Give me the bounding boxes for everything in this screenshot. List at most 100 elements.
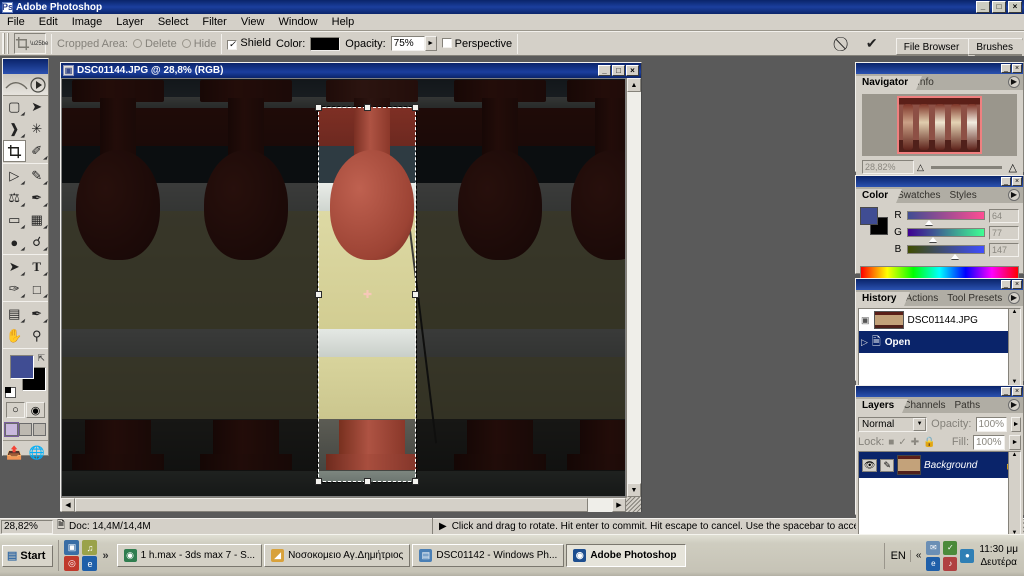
scroll-down-button[interactable]: ▼ (627, 483, 641, 497)
menu-layer[interactable]: Layer (109, 15, 151, 29)
tool-rectangle[interactable]: □ ◢ (26, 278, 49, 300)
navigator-zoom-input[interactable]: 28,82% (862, 160, 914, 174)
palette-well-tab-file-browser[interactable]: File Browser (895, 38, 975, 56)
tool-eyedropper[interactable]: ✒ ◢ (26, 303, 49, 325)
volume-mute-icon[interactable]: ♪ (943, 556, 958, 571)
network-icon[interactable]: ✉ (926, 540, 941, 555)
menu-window[interactable]: Window (272, 15, 325, 29)
document-resize-grip[interactable] (626, 497, 641, 512)
internet-explorer-icon[interactable]: e (82, 556, 98, 571)
zoom-out-icon[interactable]: △ (917, 162, 924, 173)
lock-position-icon[interactable]: ✚ (911, 437, 919, 448)
foreground-color-swatch[interactable] (10, 355, 34, 379)
commit-crop-icon[interactable]: ✔ (864, 35, 880, 52)
menu-help[interactable]: Help (325, 15, 362, 29)
layer-opacity-chevron-down-icon[interactable]: ► (1011, 416, 1021, 432)
menu-view[interactable]: View (234, 15, 272, 29)
layer-fill-chevron-down-icon[interactable]: ► (1009, 434, 1021, 450)
show-desktop-icon[interactable]: ▣ (64, 540, 80, 555)
tool-zoom[interactable]: ⚲ (26, 325, 49, 347)
winamp-icon[interactable]: ◎ (64, 556, 80, 571)
tab-history[interactable]: History (856, 292, 911, 306)
tool-eraser[interactable]: ▭ ◢ (3, 209, 26, 231)
paintbrush-icon[interactable]: ✎ (880, 458, 894, 472)
menu-image[interactable]: Image (65, 15, 110, 29)
color-minimize-button[interactable]: _ (1001, 177, 1011, 186)
document-size-status[interactable]: 🗎 Doc: 14,4M/14,4M (53, 518, 433, 535)
menu-file[interactable]: File (0, 15, 32, 29)
navigator-thumbnail-area[interactable] (862, 94, 1017, 156)
jump-to-imageready-icon[interactable]: 📤 (6, 445, 22, 461)
tab-styles[interactable]: Styles (943, 189, 991, 203)
layers-title-bar[interactable]: _ × (856, 386, 1023, 397)
tab-layers[interactable]: Layers (856, 399, 909, 413)
layer-name[interactable]: Background (924, 460, 977, 471)
cancel-crop-icon[interactable]: ⃠ (836, 36, 852, 52)
canvas-vertical-scrollbar[interactable]: ▲ ▼ (626, 78, 641, 497)
channel-value-b[interactable]: 147 (989, 242, 1019, 257)
tool-rectangular-marquee[interactable]: ▢ ◢ (3, 96, 26, 118)
ie-tray-icon[interactable]: e (926, 556, 941, 571)
tool-history-brush[interactable]: ✒ ◢ (26, 187, 49, 209)
palette-menu-icon[interactable]: ▶ (1008, 189, 1020, 201)
document-title-bar[interactable]: ▣ DSC01144.JPG @ 28,8% (RGB) _ □ × (61, 63, 641, 78)
tool-blur[interactable]: ● ◢ (3, 231, 26, 253)
minimize-button[interactable]: _ (976, 1, 990, 13)
tool-type[interactable]: T ◢ (26, 256, 49, 278)
palette-menu-icon[interactable]: ▶ (1008, 399, 1020, 411)
canvas-horizontal-scrollbar[interactable]: ◀ ▶ (61, 497, 626, 512)
green-ramp-slider[interactable] (907, 228, 985, 242)
red-ramp-slider[interactable] (907, 211, 985, 225)
color-close-button[interactable]: × (1012, 177, 1022, 186)
tool-magic-wand[interactable]: ✳ (26, 118, 49, 140)
zoom-level-input[interactable]: 28,82% (1, 519, 53, 534)
options-bar-grip[interactable] (2, 33, 9, 54)
task-button-windows-picture-viewer[interactable]: ▤ DSC01142 - Windows Ph... (412, 544, 565, 567)
document-close-button[interactable]: × (626, 65, 639, 76)
status-hint-arrow-icon[interactable]: ▶ (439, 521, 447, 532)
layers-minimize-button[interactable]: _ (1001, 387, 1011, 396)
quick-launch-chevron-icon[interactable]: » (97, 550, 113, 562)
zoom-in-icon[interactable]: △ (1009, 161, 1017, 174)
crop-handle-top-center[interactable] (364, 104, 371, 111)
fullscreen-menubar-icon[interactable] (19, 423, 32, 436)
jump-to-browser-icon[interactable]: 🌐 (29, 445, 45, 461)
scroll-up-button[interactable]: ▲ (627, 78, 641, 92)
rotation-pivot-icon[interactable]: ✚ (362, 289, 373, 301)
tool-lasso[interactable]: ❱ ◢ (3, 118, 26, 140)
tool-gradient[interactable]: ▦ ◢ (26, 209, 49, 231)
tab-navigator[interactable]: Navigator (856, 76, 923, 90)
quickmask-mode-icon[interactable]: ◉ (26, 402, 45, 418)
current-tool-preset-picker[interactable]: \u25be (14, 33, 48, 54)
scroll-left-button[interactable]: ◀ (61, 498, 75, 512)
history-minimize-button[interactable]: _ (1001, 280, 1011, 289)
document-minimize-button[interactable]: _ (598, 65, 611, 76)
navigator-title-bar[interactable]: _ × (856, 63, 1023, 74)
menu-edit[interactable]: Edit (32, 15, 65, 29)
close-button[interactable]: × (1008, 1, 1022, 13)
eye-icon[interactable]: 👁 (862, 458, 878, 472)
history-source-icon[interactable]: ▣ (861, 315, 870, 326)
blend-mode-chevron-down-icon[interactable]: ▼ (913, 417, 927, 431)
tool-move[interactable]: ➤ (26, 96, 49, 118)
menu-select[interactable]: Select (151, 15, 196, 29)
tool-path-selection[interactable]: ➤ ◢ (3, 256, 26, 278)
scroll-right-button[interactable]: ▶ (612, 498, 626, 512)
history-title-bar[interactable]: _ × (856, 279, 1023, 290)
tool-notes[interactable]: ▤ ◢ (3, 303, 26, 325)
crop-handle-bottom-right[interactable] (412, 478, 419, 485)
taskbar-clock[interactable]: 11:30 μμ Δευτέρα (979, 543, 1022, 569)
layer-fill-input[interactable]: 100% (973, 434, 1005, 450)
shield-color-swatch[interactable] (310, 36, 341, 51)
horizontal-scroll-trough[interactable] (588, 498, 612, 512)
default-colors-icon[interactable] (5, 387, 16, 398)
layer-opacity-input[interactable]: 100% (975, 416, 1008, 432)
history-state-source-icon[interactable]: ▷ (861, 337, 868, 348)
history-scrollbar[interactable]: ▲ ▼ (1008, 309, 1020, 385)
crop-handle-top-right[interactable] (412, 104, 419, 111)
palette-menu-icon[interactable]: ▶ (1008, 76, 1020, 88)
antivirus-icon[interactable]: ✓ (943, 540, 958, 555)
tool-pen[interactable]: ✑ ◢ (3, 278, 26, 300)
crop-handle-middle-left[interactable] (315, 291, 322, 298)
layer-list[interactable]: 👁 ✎ Background 🔒 ▲ ▼ (858, 451, 1021, 537)
